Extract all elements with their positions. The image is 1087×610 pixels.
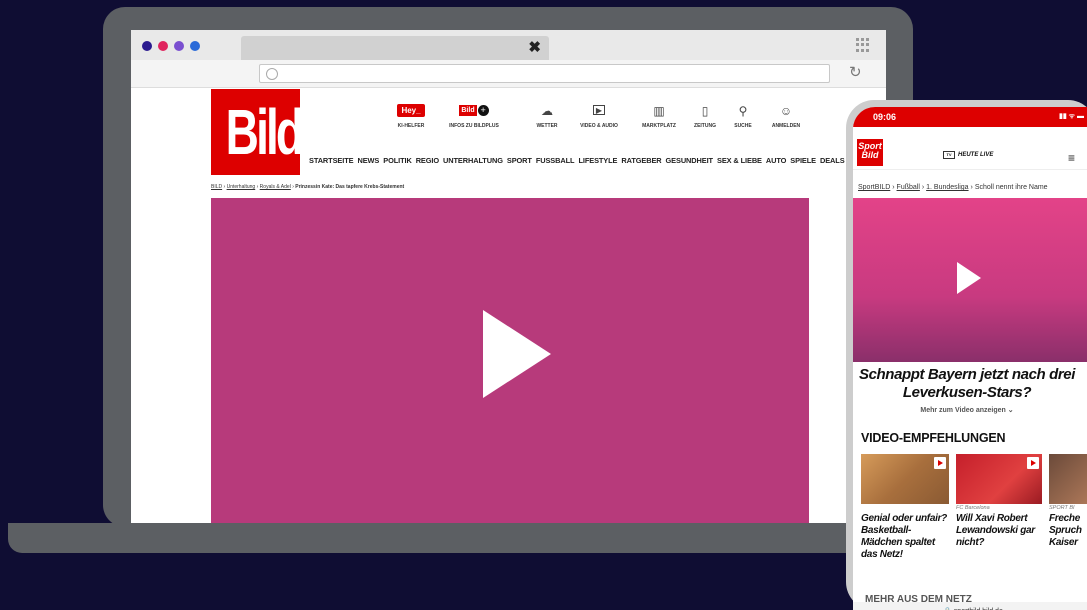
- anmelden-button[interactable]: ☺ ANMELDEN: [756, 102, 816, 130]
- phone-frame: 09:06 ▮▮ ᯤ ▬ Sport Bild TV HEUTE LIVE ≡ …: [846, 100, 1087, 610]
- breadcrumb-separator: ›: [892, 184, 895, 191]
- play-icon[interactable]: [957, 262, 981, 294]
- video-thumbnail[interactable]: [956, 454, 1042, 504]
- play-icon[interactable]: [483, 310, 551, 398]
- video-icon: ▶: [593, 105, 605, 115]
- phone-breadcrumb: SportBILD › Fußball › 1. Bundesliga › Sc…: [858, 184, 1048, 191]
- sportbild-logo[interactable]: Sport Bild: [857, 139, 883, 166]
- apps-grid-icon[interactable]: [856, 38, 870, 52]
- card-title[interactable]: Freche Spruch Kaiser: [1049, 513, 1087, 549]
- window-dot[interactable]: [142, 41, 152, 51]
- card-title[interactable]: Genial oder unfair? Basketball-Mädchen s…: [861, 513, 951, 561]
- breadcrumb-item[interactable]: SportBILD: [858, 184, 890, 191]
- phone-screen: 09:06 ▮▮ ᯤ ▬ Sport Bild TV HEUTE LIVE ≡ …: [853, 107, 1087, 610]
- menu-icon[interactable]: ≡: [1068, 151, 1075, 165]
- ki-helfer-label: KI-HELFER: [397, 123, 425, 129]
- nav-item-spiele[interactable]: SPIELE: [790, 156, 816, 165]
- breadcrumb-current: Prinzessin Kate: Das tapfere Krebs-State…: [295, 184, 405, 190]
- search-icon: ⚲: [738, 103, 748, 118]
- video-audio-label: VIDEO & AUDIO: [580, 123, 618, 129]
- wetter-button[interactable]: ☁ WETTER: [517, 102, 577, 130]
- wetter-label: WETTER: [536, 123, 558, 129]
- breadcrumb: BILD › Unterhaltung › Royals & Adel › Pr…: [211, 184, 404, 190]
- nav-item-sport[interactable]: SPORT: [507, 156, 532, 165]
- video-player[interactable]: [211, 198, 809, 523]
- more-video-link[interactable]: Mehr zum Video anzeigen ⌄: [853, 406, 1081, 414]
- nav-item-startseite[interactable]: STARTSEITE: [309, 156, 354, 165]
- nav-item-deals[interactable]: DEALS: [820, 156, 845, 165]
- window-dot[interactable]: [158, 41, 168, 51]
- bildplus-label: INFOS ZU BILDPLUS: [449, 123, 499, 129]
- recommendations-title: VIDEO-EMPFEHLUNGEN: [861, 431, 1006, 445]
- status-bar: 09:06 ▮▮ ᯤ ▬: [853, 107, 1087, 127]
- url-input[interactable]: [259, 64, 830, 83]
- cloud-icon: ☁: [541, 103, 553, 118]
- close-icon[interactable]: ✖: [528, 38, 541, 56]
- window-dot[interactable]: [190, 41, 200, 51]
- shopping-bag-icon: ▥: [653, 103, 665, 118]
- tv-icon: TV: [943, 151, 955, 159]
- phone-header: Sport Bild TV HEUTE LIVE ≡: [853, 127, 1087, 170]
- heute-live-label: HEUTE LIVE: [958, 152, 994, 158]
- card-kicker: SPORT BI: [1049, 505, 1075, 511]
- nav-item-sex-liebe[interactable]: SEX & LIEBE: [717, 156, 762, 165]
- nav-item-lifestyle[interactable]: LIFESTYLE: [578, 156, 617, 165]
- browser-tab[interactable]: ✖: [241, 36, 549, 60]
- signal-icon: ▮▮ ᯤ ▬: [1059, 113, 1084, 120]
- breadcrumb-item[interactable]: Royals & Adel: [260, 184, 291, 190]
- main-nav: STARTSEITE NEWS POLITIK REGIO UNTERHALTU…: [309, 156, 845, 165]
- laptop-screen: ✖ ↻ Bild Hey_ KI-HELFER Bild + INFOS ZU B…: [131, 30, 886, 523]
- marktplatz-label: MARKTPLATZ: [642, 123, 676, 129]
- nav-item-gesundheit[interactable]: GESUNDHEIT: [666, 156, 714, 165]
- status-time: 09:06: [873, 112, 897, 122]
- bild-logo[interactable]: Bild: [211, 89, 304, 175]
- suche-label: SUCHE: [734, 123, 752, 129]
- breadcrumb-item[interactable]: Fußball: [897, 184, 920, 191]
- play-icon: [1027, 457, 1039, 469]
- video-headline: Schnappt Bayern jetzt nach drei Leverkus…: [859, 366, 1075, 401]
- nav-item-unterhaltung[interactable]: UNTERHALTUNG: [443, 156, 503, 165]
- globe-icon: [266, 68, 278, 80]
- play-icon: [934, 457, 946, 469]
- nav-item-auto[interactable]: AUTO: [766, 156, 787, 165]
- address-bar-area: ↻: [131, 60, 886, 88]
- breadcrumb-separator: ›: [921, 184, 925, 191]
- hey-badge-icon: Hey_: [397, 104, 425, 117]
- breadcrumb-item[interactable]: Unterhaltung: [227, 184, 256, 190]
- nav-item-regio[interactable]: REGIO: [416, 156, 439, 165]
- breadcrumb-separator: ›: [223, 184, 226, 190]
- breadcrumb-separator: ›: [256, 184, 259, 190]
- browser-tab-bar: ✖: [131, 30, 886, 60]
- card-title[interactable]: Will Xavi Robert Lewandowski gar nicht?: [956, 513, 1044, 549]
- nav-item-politik[interactable]: POLITIK: [383, 156, 412, 165]
- nav-item-fussball[interactable]: FUSSBALL: [536, 156, 575, 165]
- url-bar[interactable]: 🔒 sportbild.bild.de: [853, 602, 1087, 610]
- nav-item-ratgeber[interactable]: RATGEBER: [621, 156, 661, 165]
- phone-video-player[interactable]: [853, 198, 1087, 362]
- video-audio-button[interactable]: ▶ VIDEO & AUDIO: [569, 102, 629, 129]
- card-kicker: FC Barcelona: [956, 505, 990, 511]
- ki-helfer-button[interactable]: Hey_ KI-HELFER: [381, 102, 441, 129]
- window-dots: [142, 41, 200, 51]
- user-icon: ☺: [779, 103, 793, 118]
- breadcrumb-current: Scholl nennt ihre Name: [974, 184, 1048, 191]
- breadcrumb-separator: ›: [970, 184, 973, 191]
- newspaper-icon: ▯: [701, 103, 709, 118]
- breadcrumb-separator: ›: [292, 184, 294, 190]
- breadcrumb-item[interactable]: 1. Bundesliga: [926, 184, 968, 191]
- video-thumbnail[interactable]: [1049, 454, 1087, 504]
- heute-live-button[interactable]: TV HEUTE LIVE: [943, 151, 993, 159]
- video-thumbnail[interactable]: [861, 454, 949, 504]
- bildplus-button[interactable]: Bild + INFOS ZU BILDPLUS: [444, 102, 504, 129]
- anmelden-label: ANMELDEN: [771, 123, 801, 129]
- window-dot[interactable]: [174, 41, 184, 51]
- breadcrumb-item[interactable]: BILD: [211, 184, 222, 190]
- bildplus-icon: Bild +: [459, 102, 489, 119]
- header-icons: Hey_ KI-HELFER Bild + INFOS ZU BILDPLUS ☁…: [381, 102, 811, 134]
- reload-icon[interactable]: ↻: [849, 63, 862, 81]
- nav-item-news[interactable]: NEWS: [357, 156, 379, 165]
